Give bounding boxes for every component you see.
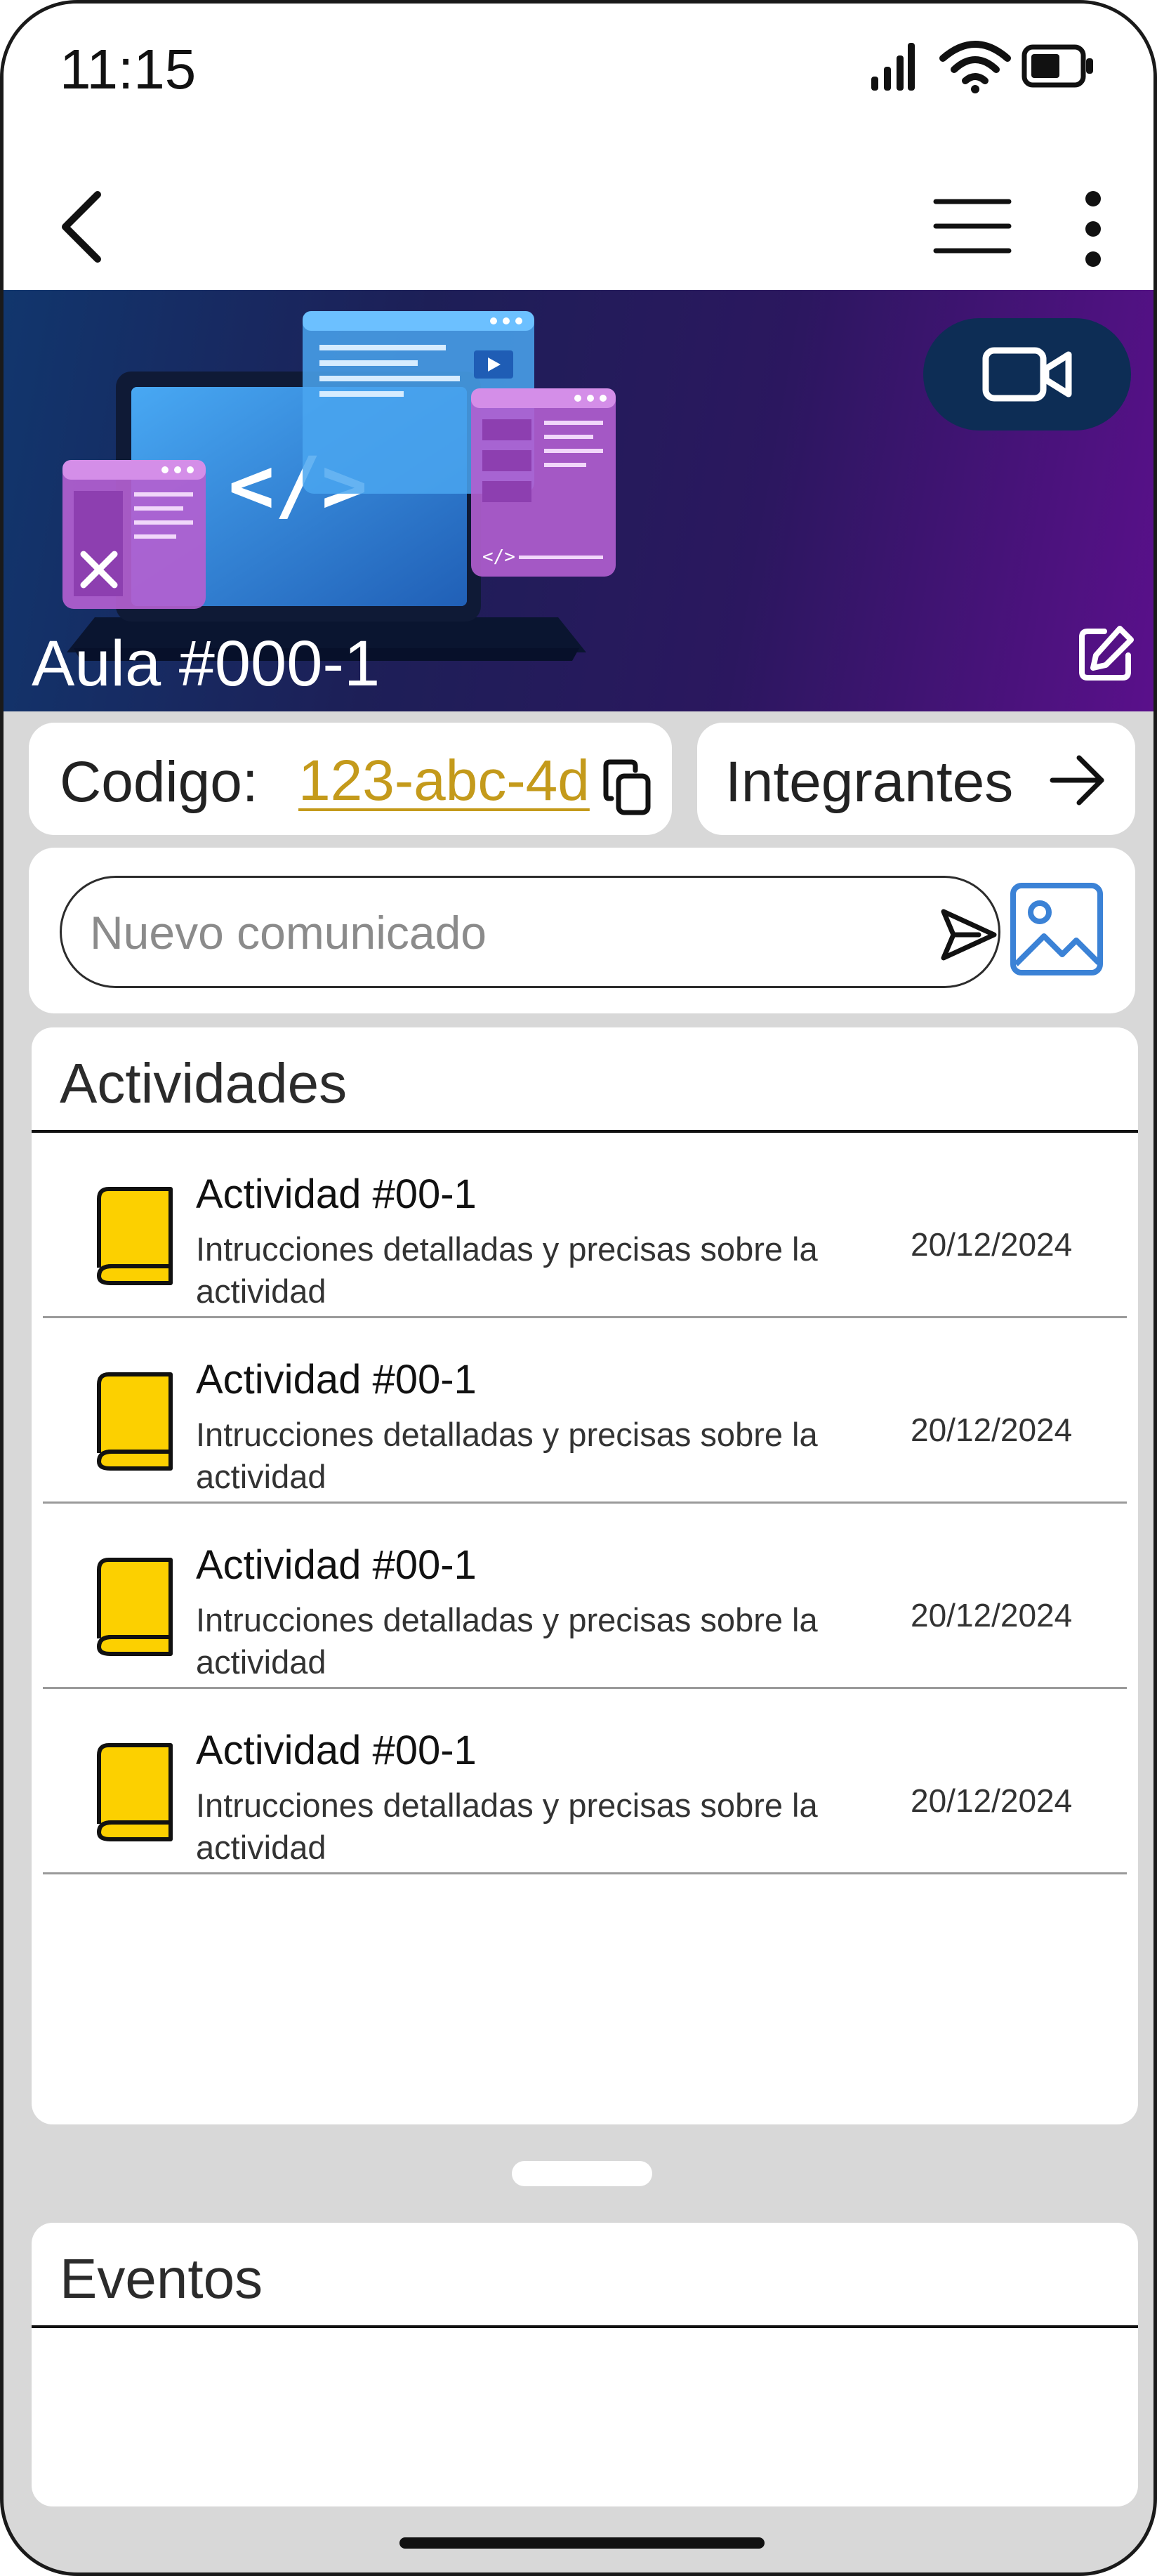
activity-description: Intrucciones detalladas y precisas sobre…: [196, 1601, 818, 1681]
home-indicator[interactable]: [399, 2537, 765, 2549]
book-icon: [97, 1372, 173, 1471]
activity-item[interactable]: Actividad #00-1 Intrucciones detalladas …: [43, 1504, 1127, 1689]
more-vertical-icon[interactable]: [1075, 190, 1111, 268]
video-call-button[interactable]: [923, 318, 1131, 431]
events-title: Eventos: [60, 2247, 263, 2310]
book-icon: [97, 1187, 173, 1285]
activities-title: Actividades: [60, 1052, 348, 1115]
activity-title: Actividad #00-1: [196, 1171, 477, 1217]
activity-item[interactable]: Actividad #00-1 Intrucciones detalladas …: [43, 1133, 1127, 1318]
video-camera-icon: [982, 347, 1072, 402]
battery-icon: [1022, 44, 1093, 88]
class-code-label: Codigo:: [60, 750, 258, 814]
activity-date: 20/12/2024: [911, 1226, 1073, 1263]
members-button[interactable]: Integrantes: [697, 723, 1135, 835]
image-icon[interactable]: [1009, 881, 1104, 977]
book-icon: [97, 1743, 173, 1841]
activity-title: Actividad #00-1: [196, 1357, 477, 1402]
activity-item[interactable]: Actividad #00-1 Intrucciones detalladas …: [43, 1318, 1127, 1504]
activities-section: Actividades Actividad #00-1 Intrucciones…: [32, 1027, 1138, 2124]
activity-description: Intrucciones detalladas y precisas sobre…: [196, 1787, 818, 1866]
events-section: Eventos: [32, 2223, 1138, 2506]
phone-screen: 11:15 </> </> Aula #000-1 Codigo: 123-ab…: [0, 0, 1157, 2576]
status-time: 11:15: [60, 38, 197, 100]
members-label: Integrantes: [725, 750, 1014, 814]
copy-icon[interactable]: [603, 758, 652, 817]
announcement-input[interactable]: [90, 899, 904, 966]
activity-description: Intrucciones detalladas y precisas sobre…: [196, 1230, 818, 1310]
section-divider: [32, 2325, 1138, 2328]
activity-description: Intrucciones detalladas y precisas sobre…: [196, 1416, 818, 1495]
wifi-icon: [939, 41, 1011, 93]
list-icon[interactable]: [932, 195, 1013, 258]
svg-text:</>: </>: [482, 546, 515, 567]
send-icon[interactable]: [937, 903, 1000, 966]
class-code-card: Codigo: 123-abc-4d: [29, 723, 672, 835]
activity-title: Actividad #00-1: [196, 1728, 477, 1773]
activity-date: 20/12/2024: [911, 1597, 1073, 1634]
class-code-link[interactable]: 123-abc-4d: [298, 748, 590, 814]
activity-date: 20/12/2024: [911, 1782, 1073, 1819]
announcement-field: [60, 876, 1000, 988]
sheet-drag-handle[interactable]: [512, 2161, 652, 2186]
book-icon: [97, 1558, 173, 1656]
edit-icon[interactable]: [1076, 624, 1135, 683]
back-button[interactable]: [54, 186, 110, 268]
activity-date: 20/12/2024: [911, 1412, 1073, 1448]
signal-icon: [871, 43, 915, 91]
activity-item[interactable]: Actividad #00-1 Intrucciones detalladas …: [43, 1689, 1127, 1874]
announcement-composer: [29, 848, 1135, 1013]
activity-list: Actividad #00-1 Intrucciones detalladas …: [43, 1133, 1127, 1874]
top-bar: 11:15: [4, 4, 1153, 290]
activity-title: Actividad #00-1: [196, 1542, 477, 1588]
class-banner: </> </> Aula #000-1: [4, 290, 1153, 711]
arrow-right-icon: [1050, 755, 1104, 806]
class-title: Aula #000-1: [32, 628, 381, 699]
